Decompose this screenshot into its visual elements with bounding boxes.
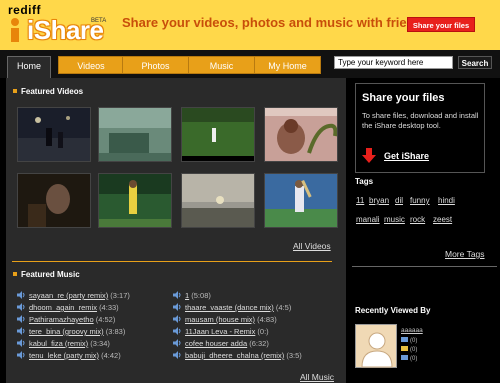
section-divider: [12, 261, 332, 262]
speaker-icon: [17, 351, 25, 359]
video-thumb-stadium-crowd[interactable]: [98, 107, 172, 162]
tags-heading: Tags: [355, 177, 374, 186]
more-tags-link[interactable]: More Tags: [445, 249, 485, 259]
share-box-text: To share files, download and install the…: [362, 111, 479, 130]
recent-photos-count[interactable]: (0): [401, 346, 417, 353]
music-item[interactable]: mausam (house mix) (4:83): [173, 315, 277, 326]
tag-link[interactable]: 11: [356, 196, 364, 205]
share-box-title: Share your files: [362, 92, 445, 104]
tag-link[interactable]: zeest: [433, 215, 452, 224]
featured-music-heading: Featured Music: [13, 270, 80, 279]
tab-photos[interactable]: Photos: [122, 56, 189, 74]
music-item[interactable]: babuji_dheere_chalna (remix) (3:5): [173, 351, 302, 362]
avatar[interactable]: [355, 324, 397, 368]
child-snake-image: [265, 108, 337, 161]
tag-link[interactable]: hindi: [438, 196, 455, 205]
tab-music[interactable]: Music: [188, 56, 255, 74]
recently-viewed-heading: Recently Viewed By: [355, 306, 431, 315]
search-input[interactable]: [334, 56, 453, 69]
speaker-icon: [173, 327, 181, 335]
speaker-icon: [173, 315, 181, 323]
tag-link[interactable]: music: [384, 215, 405, 224]
music-item[interactable]: cofee houser adda (6:32): [173, 339, 269, 350]
recent-music-count[interactable]: (0): [401, 355, 417, 362]
music-item[interactable]: tere_bina (groovy mix) (3:83): [17, 327, 125, 338]
share-your-files-button[interactable]: Share your files: [407, 17, 475, 32]
default-user-icon: [361, 332, 393, 368]
speaker-icon: [173, 291, 181, 299]
music-item[interactable]: dhoom_again_remix (4:33): [17, 303, 119, 314]
tag-link[interactable]: funny: [410, 196, 430, 205]
recent-videos-count[interactable]: (0): [401, 337, 417, 344]
garden-people-image: [99, 174, 171, 227]
tag-link[interactable]: rock: [410, 215, 425, 224]
music-item[interactable]: 11Jaan Leva - Remix (0:): [173, 327, 269, 338]
ishare-logo-figure-icon: [11, 18, 19, 42]
cricket-field-image: [182, 108, 254, 161]
recent-viewer-name[interactable]: aaaaaa: [401, 327, 423, 334]
video-thumb-dark-portrait[interactable]: [17, 173, 91, 228]
dark-portrait-image: [18, 174, 90, 227]
speaker-icon: [173, 339, 181, 347]
share-your-files-box: Share your files To share files, downloa…: [355, 83, 485, 173]
cricket-batsman-image: [265, 174, 337, 227]
music-item[interactable]: tenu_leke (party mix) (4:42): [17, 351, 121, 362]
tab-home[interactable]: Home: [7, 56, 51, 78]
download-arrow-icon: [362, 148, 376, 163]
music-item[interactable]: 1 (5:08): [173, 291, 211, 302]
featured-videos-heading: Featured Videos: [13, 87, 83, 96]
all-videos-link[interactable]: All Videos: [293, 241, 331, 251]
video-thumb-cricket-batsman[interactable]: [264, 173, 338, 228]
sunset-road-image: [182, 174, 254, 227]
orange-bullet-icon: [13, 272, 17, 276]
video-thumb-child-snake[interactable]: [264, 107, 338, 162]
tag-link[interactable]: bryan: [369, 196, 389, 205]
video-thumb-night-street[interactable]: [17, 107, 91, 162]
tab-videos[interactable]: Videos: [58, 56, 124, 74]
tag-link[interactable]: manali: [356, 215, 380, 224]
search-button[interactable]: Search: [458, 56, 492, 69]
rediff-ishare-logo[interactable]: rediff iShare BETA: [5, 3, 107, 47]
tag-link[interactable]: dil: [395, 196, 403, 205]
speaker-icon: [173, 303, 181, 311]
right-panel-divider: [352, 266, 497, 267]
music-item[interactable]: kabul_fiza (remix) (3:34): [17, 339, 110, 350]
tagline: Share your videos, photos and music with…: [122, 15, 430, 30]
video-icon: [401, 337, 408, 342]
header: rediff iShare BETA Share your videos, ph…: [0, 0, 500, 50]
speaker-icon: [17, 327, 25, 335]
music-icon: [401, 355, 408, 360]
orange-bullet-icon: [13, 89, 17, 93]
beta-badge: BETA: [91, 18, 107, 24]
video-thumb-garden-people[interactable]: [98, 173, 172, 228]
speaker-icon: [17, 291, 25, 299]
music-item[interactable]: thaare_vaaste (dance mix) (4:5): [173, 303, 291, 314]
tab-my-home[interactable]: My Home: [254, 56, 321, 74]
speaker-icon: [17, 303, 25, 311]
night-street-image: [18, 108, 90, 161]
speaker-icon: [17, 339, 25, 347]
speaker-icon: [173, 351, 181, 359]
stadium-crowd-image: [99, 108, 171, 161]
video-thumb-cricket-field[interactable]: [181, 107, 255, 162]
music-item[interactable]: sayaan_re (party remix) (3:17): [17, 291, 130, 302]
video-thumb-sunset-road[interactable]: [181, 173, 255, 228]
music-item[interactable]: Pathiramazhayetho (4:52): [17, 315, 115, 326]
folder-icon: [401, 346, 408, 351]
speaker-icon: [17, 315, 25, 323]
all-music-link[interactable]: All Music: [300, 372, 334, 382]
